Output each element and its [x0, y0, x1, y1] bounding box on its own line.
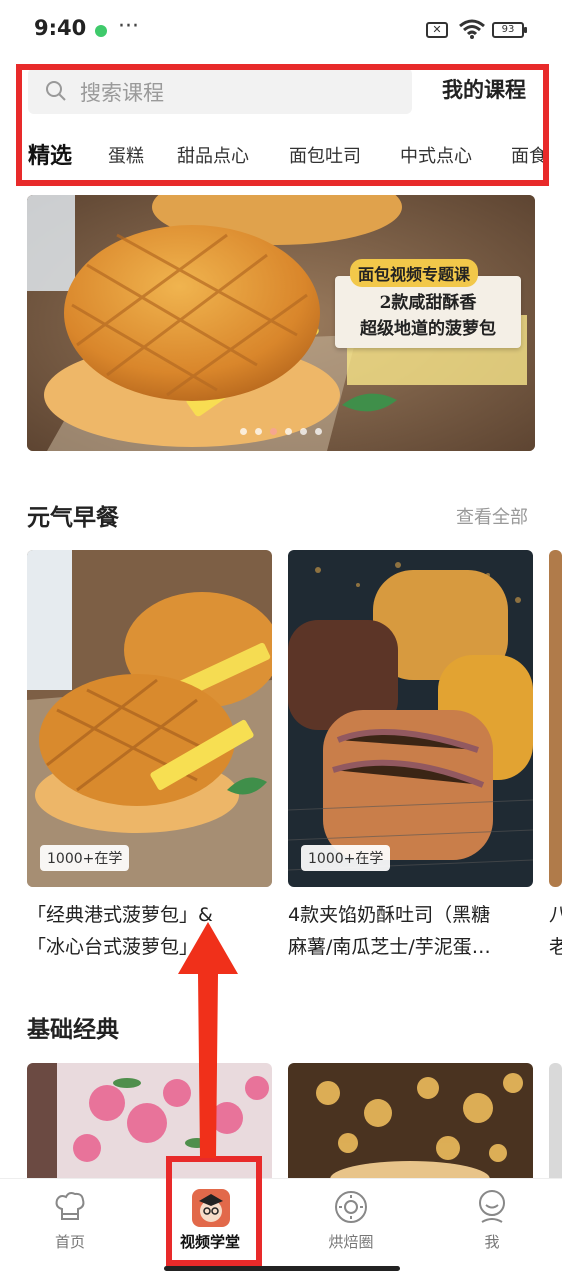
- course-image: [27, 550, 272, 887]
- carousel-dot: [285, 428, 292, 435]
- course-card-5-image[interactable]: [288, 1063, 533, 1179]
- home-indicator: [164, 1266, 400, 1271]
- tab-featured[interactable]: 精选: [28, 138, 72, 170]
- chef-hat-icon: [52, 1189, 88, 1229]
- status-time: 9:40: [34, 16, 87, 40]
- course-card-2-image[interactable]: 1000+在学: [288, 550, 533, 887]
- search-input[interactable]: 搜索课程: [28, 68, 412, 114]
- learner-count-badge: 1000+在学: [301, 845, 391, 871]
- tab-noodles[interactable]: 面食: [511, 142, 547, 168]
- search-icon: [44, 79, 68, 107]
- course-title-line: 麻薯/南瓜芝士/芋泥蛋…: [288, 936, 491, 958]
- sim-off-icon: ✕: [426, 22, 448, 38]
- search-placeholder: 搜索课程: [80, 81, 164, 105]
- category-tabs: 精选 蛋糕 甜品点心 面包吐司 中式点心 面食: [0, 136, 562, 176]
- course-card-3-title[interactable]: 八 老: [549, 899, 562, 963]
- tab-desserts[interactable]: 甜品点心: [177, 142, 249, 168]
- section-title-basic: 基础经典: [27, 1017, 119, 1043]
- course-image: [288, 1063, 533, 1179]
- tab-cake[interactable]: 蛋糕: [108, 142, 144, 168]
- tab-home[interactable]: 首页: [0, 1179, 140, 1259]
- course-title-line: 老: [549, 936, 562, 958]
- tab-me[interactable]: 我: [422, 1179, 562, 1259]
- tab-me-label: 我: [484, 1233, 500, 1251]
- carousel-dot-active: [270, 428, 277, 435]
- course-card-1-image[interactable]: 1000+在学: [27, 550, 272, 887]
- annotation-arrow-icon: [178, 922, 238, 1158]
- carousel-dot: [240, 428, 247, 435]
- tab-bread-toast[interactable]: 面包吐司: [289, 142, 361, 168]
- course-title-line: 4款夹馅奶酥吐司（黑糖: [288, 904, 491, 926]
- wifi-icon: [458, 18, 486, 44]
- my-courses-button[interactable]: 我的课程: [442, 74, 526, 104]
- banner-tag: 面包视频专题课: [350, 259, 479, 287]
- learner-count-badge: 1000+在学: [40, 845, 130, 871]
- course-image: [549, 1063, 562, 1179]
- view-all-link[interactable]: 查看全部: [456, 503, 528, 529]
- video-school-avatar-icon: [192, 1189, 230, 1231]
- profile-icon: [474, 1189, 510, 1229]
- carousel-dot: [315, 428, 322, 435]
- tab-baking-circle[interactable]: 烘焙圈: [281, 1179, 421, 1259]
- course-card-2-title[interactable]: 4款夹馅奶酥吐司（黑糖 麻薯/南瓜芝士/芋泥蛋…: [288, 899, 538, 963]
- status-bar: 9:40 ··· ✕ 93: [0, 0, 562, 62]
- carousel-dot: [300, 428, 307, 435]
- course-image: [549, 550, 562, 887]
- carousel-dot: [255, 428, 262, 435]
- banner-headline-1: 2款咸甜酥香: [379, 293, 477, 313]
- section-title-breakfast: 元气早餐: [27, 505, 119, 531]
- tab-video-school-label: 视频学堂: [179, 1233, 240, 1251]
- tab-chinese-pastry[interactable]: 中式点心: [400, 142, 472, 168]
- course-title-line: 八: [549, 904, 562, 926]
- course-card-6-image[interactable]: [549, 1063, 562, 1179]
- course-card-3-image[interactable]: [549, 550, 562, 887]
- tab-home-label: 首页: [54, 1233, 85, 1251]
- tab-video-school[interactable]: 视频学堂: [140, 1179, 280, 1259]
- banner-headline-2: 超级地道的菠萝包: [360, 319, 496, 339]
- course-image: [288, 550, 533, 887]
- notification-dot-icon: [95, 25, 107, 37]
- baking-circle-icon: [333, 1189, 369, 1229]
- battery-icon: 93: [492, 22, 527, 38]
- status-more: ···: [118, 14, 139, 39]
- tab-baking-circle-label: 烘焙圈: [328, 1233, 374, 1251]
